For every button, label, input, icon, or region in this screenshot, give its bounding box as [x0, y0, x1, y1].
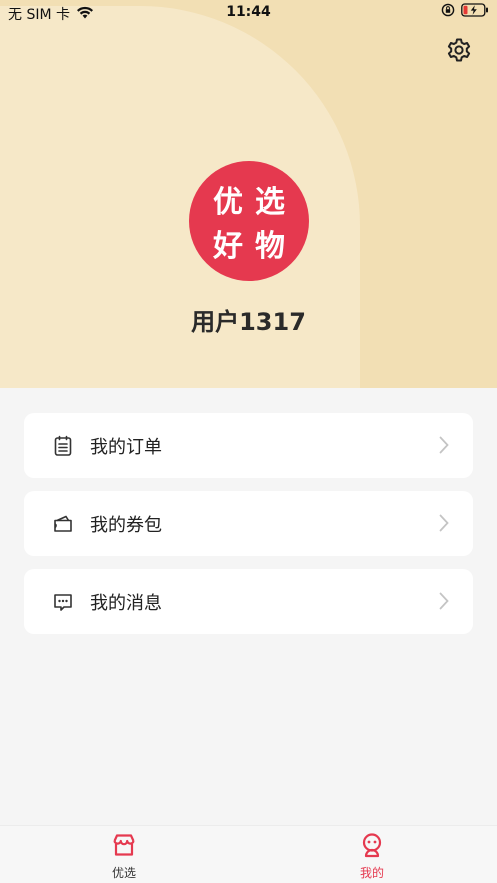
tab-label: 我的	[359, 866, 384, 880]
battery-icon	[461, 3, 489, 21]
username: 用户1317	[191, 308, 306, 336]
menu-item-label: 我的消息	[90, 592, 162, 614]
store-icon	[111, 832, 137, 862]
profile-icon	[359, 832, 385, 862]
menu-item-messages[interactable]: 我的消息	[24, 569, 473, 634]
status-right	[441, 3, 489, 21]
order-list-icon	[52, 435, 74, 457]
logo-char: 选	[255, 185, 285, 220]
logo-char: 优	[213, 185, 243, 220]
menu-item-orders[interactable]: 我的订单	[24, 413, 473, 478]
chevron-right-icon	[437, 591, 451, 611]
tab-label: 优选	[111, 866, 136, 880]
tab-mine[interactable]: 我的	[342, 832, 402, 882]
menu-item-label: 我的订单	[90, 436, 162, 458]
logo-char: 物	[255, 229, 285, 264]
status-time: 11:44	[226, 4, 271, 20]
chevron-right-icon	[437, 435, 451, 455]
status-bar: 无 SIM 卡 11:44	[0, 0, 497, 26]
orientation-lock-icon	[441, 3, 455, 21]
logo-char: 好	[213, 229, 243, 264]
wallet-icon	[52, 513, 74, 535]
chevron-right-icon	[437, 513, 451, 533]
brand-logo: 优 选 好 物	[189, 161, 309, 281]
settings-button[interactable]	[445, 38, 473, 66]
message-icon	[52, 591, 74, 613]
profile-header: 无 SIM 卡 11:44 优 选 好 物 用户1317	[0, 0, 497, 388]
menu-item-coupons[interactable]: 我的券包	[24, 491, 473, 556]
tab-home[interactable]: 优选	[94, 832, 154, 882]
menu-list: 我的订单 我的券包 我的消息	[24, 413, 473, 647]
gear-icon	[446, 37, 472, 67]
tab-bar: 优选 我的	[0, 825, 497, 883]
menu-item-label: 我的券包	[90, 514, 162, 536]
